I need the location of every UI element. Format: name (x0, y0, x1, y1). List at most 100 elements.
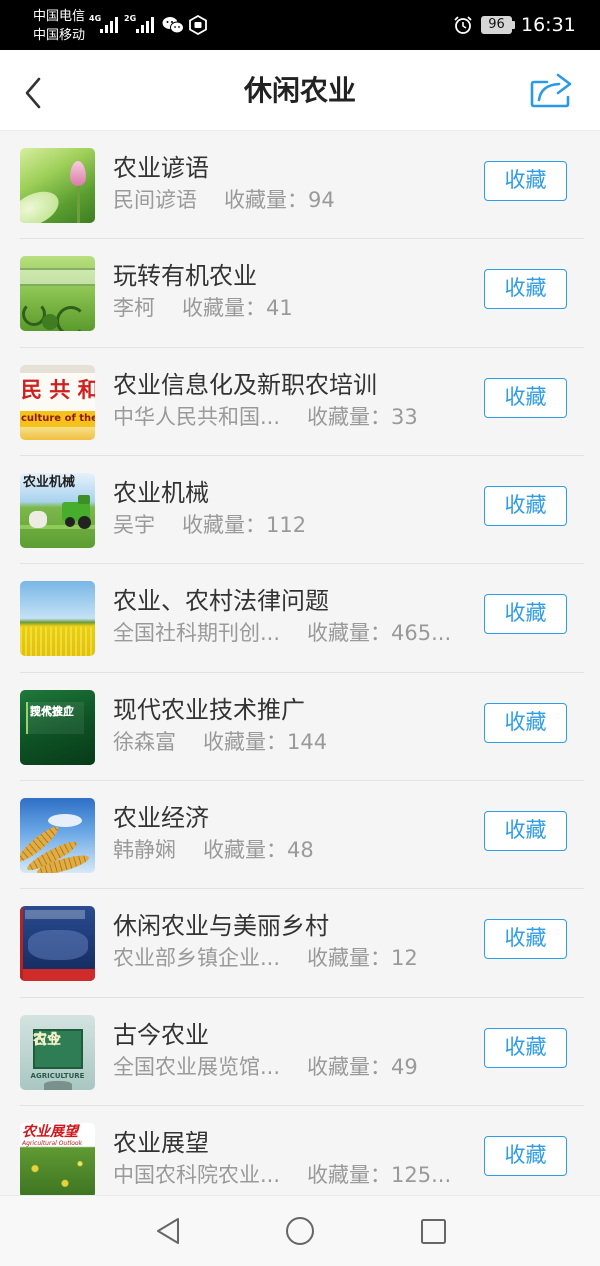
item-meta: 全国社科期刊创... 收藏量：465... (113, 620, 451, 646)
item-title: 农业谚语 (113, 154, 209, 182)
item-meta: 李柯 收藏量：41 (113, 295, 293, 321)
item-author: 韩静娴 (113, 837, 176, 862)
item-author: 全国社科期刊创... (113, 621, 281, 646)
count-value: 41 (266, 296, 293, 321)
recents-square-icon[interactable] (420, 1218, 448, 1246)
item-title: 农业展望 (113, 1128, 209, 1157)
list-item[interactable]: 古今 农业 AGRICULTURE 古今农业 全国农业展览馆... 收藏量：49 … (0, 998, 600, 1106)
favorite-count: 收藏量：33 (307, 405, 418, 429)
cover-image: 农业机械 (20, 472, 95, 548)
cover-image: 现代农业 技术推广 (20, 689, 95, 765)
item-meta: 中国农科院农业... 收藏量：125... (113, 1162, 451, 1188)
favorite-count: 收藏量：465... (307, 621, 451, 645)
cover-art (28, 930, 88, 961)
count-value: 49 (391, 1054, 418, 1079)
cover-art (25, 910, 85, 920)
favorite-button[interactable]: 收藏 (484, 1027, 567, 1068)
clock: 16:31 (521, 14, 576, 36)
cover-art (48, 813, 82, 827)
favorite-count: 收藏量：12 (307, 946, 418, 970)
item-meta: 韩静娴 收藏量：48 (113, 837, 314, 863)
favorite-button[interactable]: 收藏 (484, 702, 567, 743)
item-title: 农业、农村法律问题 (113, 587, 329, 616)
favorite-button[interactable]: 收藏 (484, 594, 567, 635)
carrier-1: 中国电信 (33, 9, 86, 24)
cover-text: culture of the (21, 412, 95, 424)
share-button[interactable] (527, 70, 575, 110)
cover-text: AGRICULTURE (30, 1071, 85, 1080)
item-author: 农业部乡镇企业... (113, 946, 281, 971)
favorite-count: 收藏量：48 (203, 838, 314, 862)
list-item[interactable]: 农业、农村法律问题 全国社科期刊创... 收藏量：465... 收藏 (0, 564, 600, 673)
cover-image (20, 797, 95, 873)
favorite-count: 收藏量：112 (182, 513, 306, 537)
item-title: 农业经济 (113, 803, 209, 832)
cover-text-line: 农业 (33, 1031, 61, 1048)
count-value: 112 (266, 512, 307, 537)
item-author: 全国农业展览馆... (113, 1054, 281, 1079)
cover-art (20, 969, 95, 982)
count-value: 125... (391, 1162, 452, 1187)
system-nav-bar (0, 1195, 600, 1266)
carrier-labels: 中国电信 中国移动 (33, 7, 85, 45)
cover-art (65, 516, 75, 527)
cover-art (20, 906, 23, 982)
list-item[interactable]: 农业谚语 民间谚语 收藏量：94 收藏 (0, 131, 600, 240)
cover-text: 民 共 和 (21, 377, 95, 402)
item-title: 休闲农业与美丽乡村 (113, 912, 329, 941)
list-item[interactable]: 民 共 和 culture of the 农业信息化及新职农培训 中华人民共和国… (0, 348, 600, 456)
count-label: 收藏量： (307, 404, 392, 429)
favorite-button[interactable]: 收藏 (484, 810, 567, 851)
cover-image (20, 256, 95, 332)
favorite-count: 收藏量：94 (224, 188, 335, 212)
battery-nub (512, 21, 515, 29)
favorite-button[interactable]: 收藏 (484, 269, 567, 310)
count-value: 48 (287, 837, 314, 862)
list-item[interactable]: 农业机械 农业机械 吴宇 收藏量：112 收藏 (0, 456, 600, 565)
cover-art (20, 627, 95, 657)
count-label: 收藏量： (182, 512, 266, 537)
cover-art (42, 314, 58, 331)
list-item[interactable]: 休闲农业与美丽乡村 农业部乡镇企业... 收藏量：12 收藏 (0, 889, 600, 998)
item-title: 古今农业 (113, 1020, 209, 1049)
app-header: 休闲农业 (0, 50, 600, 131)
cover-image (20, 581, 95, 657)
count-label: 收藏量： (182, 296, 266, 321)
cover-art (56, 306, 86, 332)
item-meta: 徐森富 收藏量：144 (113, 729, 327, 755)
favorite-button[interactable]: 收藏 (484, 919, 567, 960)
favorite-button[interactable]: 收藏 (484, 377, 567, 418)
carrier-2: 中国移动 (33, 28, 86, 43)
list-item[interactable]: 现代农业 技术推广 现代农业技术推广 徐森富 收藏量：144 收藏 (0, 673, 600, 781)
book-list: 农业谚语 民间谚语 收藏量：94 收藏 玩转有机农业 李柯 收藏量：41 收藏 民 … (0, 131, 600, 1214)
signal-icon (100, 17, 118, 33)
back-triangle-icon[interactable] (155, 1217, 181, 1245)
count-value: 465... (391, 621, 452, 646)
item-title: 农业机械 (113, 478, 209, 507)
cover-text-line: 技术推广 (30, 704, 74, 718)
count-label: 收藏量： (203, 729, 287, 754)
cover-image (20, 148, 95, 223)
alarm-icon (454, 16, 472, 34)
network-type-2: 2G (124, 14, 137, 23)
favorite-button[interactable]: 收藏 (484, 161, 567, 201)
home-circle-icon[interactable] (285, 1216, 315, 1246)
count-value: 144 (287, 729, 328, 754)
list-item[interactable]: 玩转有机农业 李柯 收藏量：41 收藏 (0, 239, 600, 348)
favorite-button[interactable]: 收藏 (484, 485, 567, 526)
share-icon (530, 73, 572, 108)
cover-art (20, 364, 95, 373)
cover-text: 农业机械 (23, 474, 76, 490)
count-label: 收藏量： (307, 946, 392, 971)
cover-image: 古今 农业 AGRICULTURE (20, 1014, 95, 1090)
favorite-button[interactable]: 收藏 (484, 1135, 567, 1176)
wechat-icon (162, 17, 184, 34)
item-author: 李柯 (113, 296, 155, 321)
page-title: 休闲农业 (243, 74, 356, 107)
list-item[interactable]: 农业经济 韩静娴 收藏量：48 收藏 (0, 781, 600, 890)
cover-art (78, 494, 90, 504)
item-title: 现代农业技术推广 (113, 695, 305, 724)
count-value: 94 (308, 188, 335, 212)
signal-icon (136, 17, 154, 33)
cover-art (20, 268, 95, 287)
